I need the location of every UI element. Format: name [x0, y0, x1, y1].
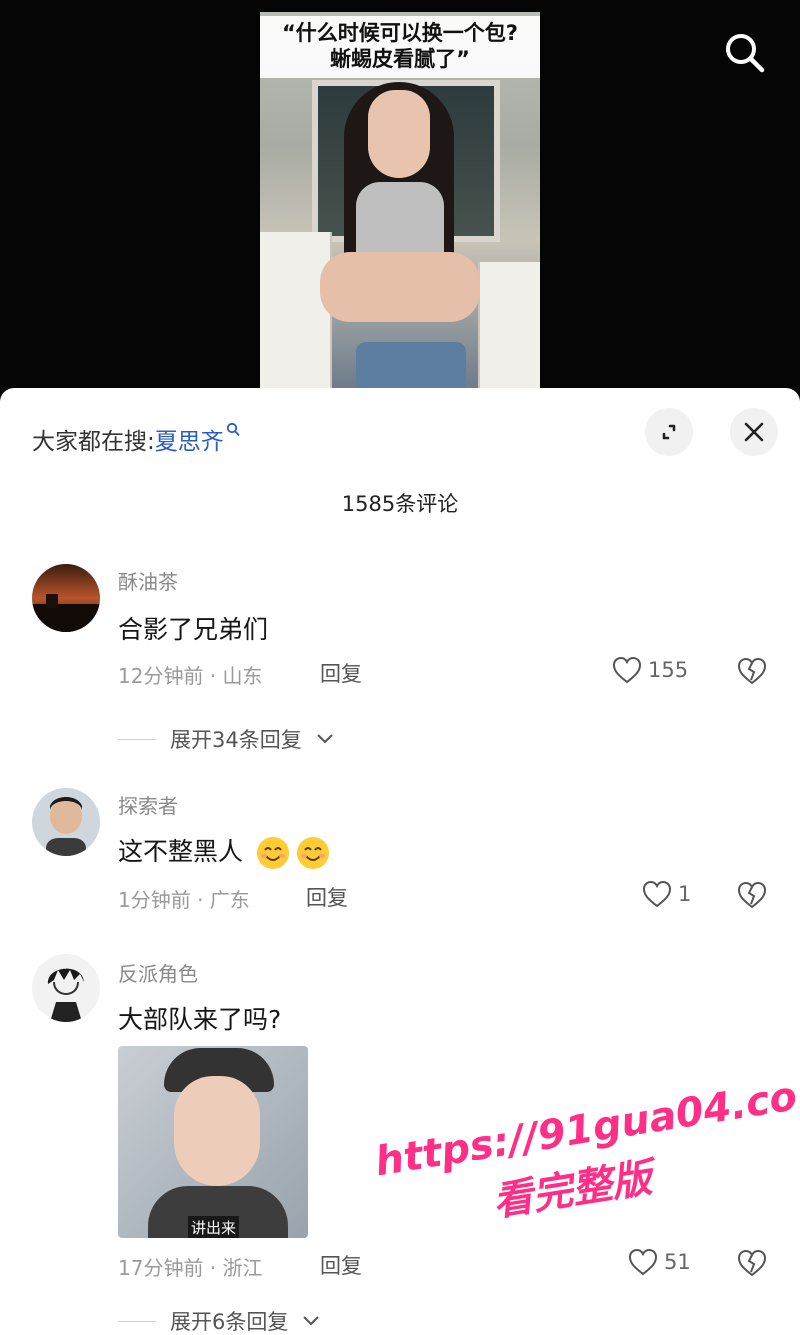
search-icon: [726, 34, 765, 73]
comment-text-body: 这不整黑人: [118, 837, 244, 866]
broken-heart-icon: [737, 1249, 767, 1277]
trending-prefix: 大家都在搜:: [32, 429, 155, 455]
heart-icon: [642, 880, 672, 908]
person-arms: [320, 252, 480, 322]
comment-meta: 17分钟前 · 浙江: [118, 1256, 263, 1280]
video-caption-line2: 蜥蜴皮看腻了”: [330, 47, 470, 71]
small-search-icon: [226, 422, 240, 436]
comment-meta: 1分钟前 · 广东: [118, 888, 250, 912]
comment-meta: 12分钟前 · 山东: [118, 664, 263, 688]
comment-count: 1585条评论: [341, 492, 459, 516]
expand-icon: [662, 424, 676, 440]
comment-username[interactable]: 探索者: [118, 790, 178, 819]
close-icon: [744, 422, 764, 442]
reply-button[interactable]: 回复: [306, 882, 348, 912]
like-count: 1: [678, 882, 692, 906]
reply-button[interactable]: 回复: [320, 1250, 362, 1280]
smile-emoji-icon: [256, 837, 289, 869]
divider: [118, 738, 156, 740]
avatar[interactable]: [32, 788, 100, 856]
comment-item: 探索者 这不整黑人 1分钟前 · 广东 回复 1: [0, 784, 800, 934]
background-cabinet-left: [260, 232, 332, 392]
video-caption: “什么时候可以换一个包? 蜥蜴皮看腻了”: [260, 16, 540, 78]
broken-heart-icon: [737, 881, 767, 909]
expand-replies-label: 展开34条回复: [170, 728, 302, 752]
comment-sheet: 大家都在搜:夏思齐 1585条评论 酥油茶 合影了兄弟们 12分钟前 · 山东 …: [0, 388, 800, 1335]
expand-replies[interactable]: 展开6条回复: [118, 1306, 320, 1335]
dislike-button[interactable]: [736, 1248, 768, 1280]
trending-term[interactable]: 夏思齐: [155, 429, 224, 455]
image-subtitle: 讲出来: [188, 1216, 240, 1238]
avatar-image: [32, 788, 100, 856]
comment-text: 大部队来了吗?: [118, 1005, 282, 1034]
comment-item: 酥油茶 合影了兄弟们 12分钟前 · 山东 回复 155 展开34条回复: [0, 558, 800, 758]
dislike-button[interactable]: [736, 880, 768, 912]
comment-image[interactable]: 讲出来: [118, 1046, 308, 1238]
chevron-down-icon: [303, 1316, 320, 1326]
person-face: [368, 90, 430, 178]
image-face: [174, 1076, 260, 1186]
chevron-down-icon: [317, 734, 333, 744]
divider: [118, 1320, 156, 1322]
avatar[interactable]: [32, 954, 100, 1022]
trending-search[interactable]: 大家都在搜:夏思齐: [32, 422, 240, 456]
background-cabinet-right: [478, 262, 540, 392]
expand-button[interactable]: [645, 408, 693, 456]
like-count: 155: [648, 658, 689, 682]
comment-item: 反派角色 大部队来了吗? 讲出来 17分钟前 · 浙江 回复 51 展开6条回复: [0, 950, 800, 1335]
comment-username[interactable]: 酥油茶: [118, 566, 178, 595]
search-button[interactable]: [722, 30, 768, 76]
dislike-button[interactable]: [736, 656, 768, 688]
expand-replies[interactable]: 展开34条回复: [118, 724, 334, 754]
video-area[interactable]: “什么时候可以换一个包? 蜥蜴皮看腻了”: [0, 0, 800, 400]
comment-text: 这不整黑人: [118, 832, 331, 871]
comment-username[interactable]: 反派角色: [118, 958, 198, 987]
sheet-header: 大家都在搜:夏思齐: [0, 388, 800, 488]
like-count: 51: [664, 1250, 691, 1274]
video-frame[interactable]: “什么时候可以换一个包? 蜥蜴皮看腻了”: [260, 12, 540, 392]
avatar-image: [32, 954, 100, 1022]
heart-icon: [628, 1248, 658, 1276]
smile-emoji-icon: [296, 837, 329, 869]
reply-button[interactable]: 回复: [320, 658, 362, 688]
close-button[interactable]: [730, 408, 778, 456]
broken-heart-icon: [737, 657, 767, 685]
heart-icon: [612, 656, 642, 684]
like-button[interactable]: 1: [642, 880, 691, 908]
expand-replies-label: 展开6条回复: [170, 1310, 289, 1334]
like-button[interactable]: 51: [628, 1248, 691, 1276]
avatar-image: [32, 564, 100, 632]
video-caption-line1: “什么时候可以换一个包?: [282, 21, 518, 45]
comment-text: 合影了兄弟们: [118, 615, 269, 644]
like-button[interactable]: 155: [612, 656, 688, 684]
avatar[interactable]: [32, 564, 100, 632]
person-jeans: [356, 342, 466, 392]
